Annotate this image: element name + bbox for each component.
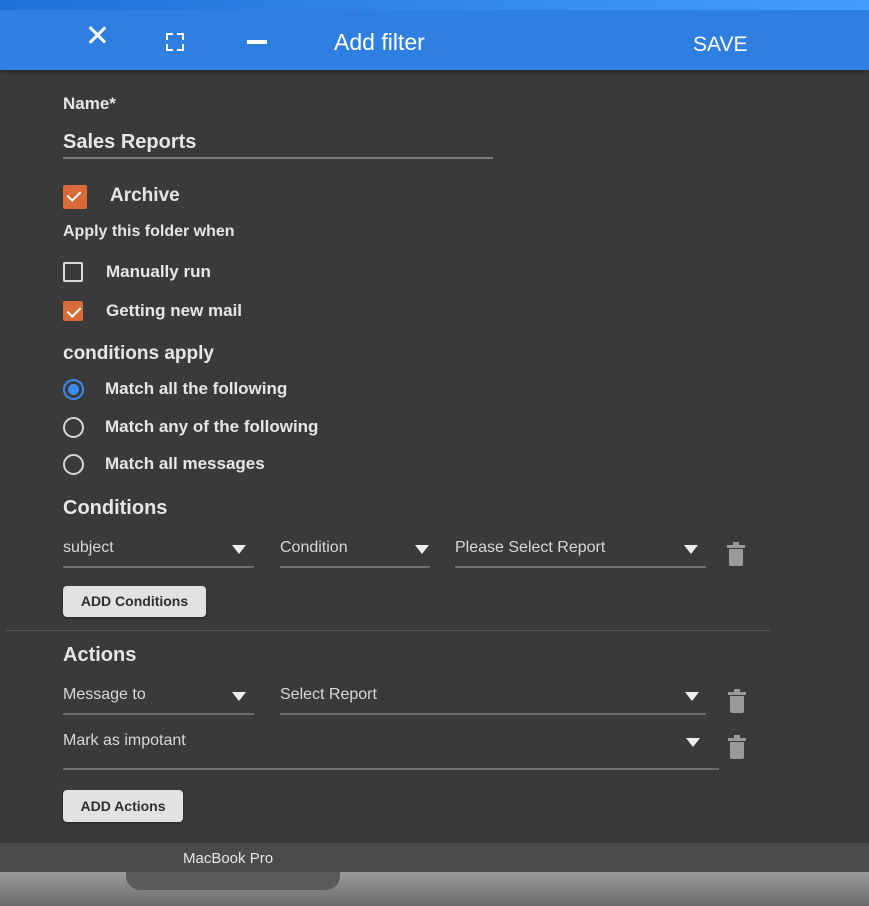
action-mark-value: Mark as impotant	[63, 732, 186, 749]
device-label: MacBook Pro	[183, 850, 274, 867]
chevron-down-icon	[686, 738, 700, 747]
chevron-down-icon	[415, 545, 429, 554]
close-icon[interactable]	[84, 22, 110, 48]
match-all-radio[interactable]	[63, 379, 84, 400]
select-underline	[63, 768, 719, 770]
name-label: Name*	[63, 94, 116, 113]
select-underline	[280, 566, 430, 568]
condition-field-select[interactable]: subject	[63, 539, 254, 569]
action-type-select[interactable]: Message to	[63, 686, 254, 716]
conditions-apply-heading: conditions apply	[63, 343, 214, 364]
select-underline	[280, 713, 706, 715]
match-all-label: Match all the following	[105, 379, 288, 398]
getting-new-mail-label: Getting new mail	[106, 301, 243, 320]
apply-heading: Apply this folder when	[63, 223, 235, 240]
archive-checkbox[interactable]	[63, 185, 87, 209]
getting-new-mail-checkbox[interactable]	[63, 301, 83, 321]
action-target-select[interactable]: Select Report	[280, 686, 706, 716]
delete-condition-trash-icon[interactable]	[727, 542, 745, 566]
delete-action-trash-icon[interactable]	[728, 689, 746, 713]
action-type-value: Message to	[63, 686, 146, 703]
conditions-heading: Conditions	[63, 497, 168, 519]
condition-field-value: subject	[63, 539, 114, 556]
fullscreen-icon[interactable]	[166, 33, 184, 51]
laptop-notch	[126, 872, 340, 890]
condition-value-select[interactable]: Please Select Report	[455, 539, 706, 569]
dialog-title: Add filter	[334, 29, 425, 55]
select-underline	[63, 566, 254, 568]
add-actions-button[interactable]: ADD Actions	[63, 790, 183, 822]
match-any-radio[interactable]	[63, 417, 84, 438]
manually-run-label: Manually run	[106, 262, 211, 281]
header-bar: Add filter SAVE	[0, 0, 869, 70]
action-target-value: Select Report	[280, 686, 377, 703]
laptop-bezel	[0, 843, 869, 872]
match-any-label: Match any of the following	[105, 417, 319, 436]
chevron-down-icon	[684, 545, 698, 554]
condition-operator-select[interactable]: Condition	[280, 539, 430, 569]
chevron-down-icon	[232, 692, 246, 701]
delete-mark-action-trash-icon[interactable]	[728, 735, 746, 759]
match-all-messages-label: Match all messages	[105, 454, 265, 473]
condition-value-value: Please Select Report	[455, 539, 606, 556]
select-underline	[63, 713, 254, 715]
condition-operator-value: Condition	[280, 539, 348, 556]
minimize-icon[interactable]	[247, 40, 267, 44]
select-underline	[455, 566, 706, 568]
actions-heading: Actions	[63, 644, 137, 666]
action-mark-select[interactable]: Mark as impotant	[63, 732, 719, 772]
chevron-down-icon	[685, 692, 699, 701]
save-button[interactable]: SAVE	[693, 33, 747, 57]
archive-label: Archive	[110, 185, 180, 206]
match-all-messages-radio[interactable]	[63, 454, 84, 475]
chevron-down-icon	[232, 545, 246, 554]
section-divider	[6, 630, 770, 631]
add-conditions-button[interactable]: ADD Conditions	[63, 586, 206, 617]
manually-run-checkbox[interactable]	[63, 262, 83, 282]
name-input-underline	[63, 157, 493, 159]
name-input[interactable]: Sales Reports	[63, 131, 196, 154]
